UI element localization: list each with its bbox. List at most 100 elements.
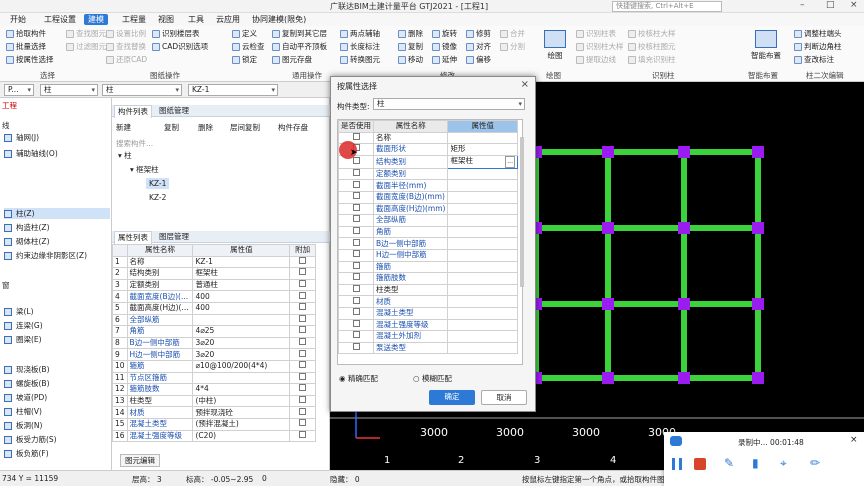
prop-row[interactable]: 10 箍筋 ⌀10@100/200(4*4) <box>112 359 316 373</box>
attr-row-value[interactable] <box>447 260 518 274</box>
menu-2[interactable]: 建模 <box>84 14 108 25</box>
attr-row-value[interactable] <box>447 272 518 285</box>
component-select[interactable]: KZ-1 <box>188 84 278 96</box>
attr-row-value[interactable] <box>447 341 518 355</box>
prop-row-extra[interactable] <box>289 278 316 292</box>
attr-row-checkbox[interactable] <box>352 285 360 293</box>
tree-type[interactable]: ▾ 框架柱 <box>130 164 159 175</box>
ribbon-cad2-0[interactable]: 识别楼层表 <box>152 28 200 39</box>
tree-root[interactable]: ▾ 柱 <box>118 150 132 161</box>
attr-row-value[interactable] <box>447 283 518 297</box>
ribbon-cad1-2[interactable]: 还原CAD <box>106 54 147 65</box>
nav-item-3[interactable]: 构造柱(Z) <box>4 222 50 233</box>
ribbon-modify4-1[interactable]: 分割 <box>500 41 525 52</box>
prop-row-checkbox[interactable] <box>299 384 307 392</box>
attr-row[interactable]: 泵送类型 <box>338 341 518 355</box>
nav-item-10[interactable]: 螺旋板(B) <box>4 378 50 389</box>
attr-row-value[interactable] <box>447 295 518 308</box>
attr-row-use[interactable] <box>338 248 374 262</box>
attr-row-value[interactable] <box>447 306 518 320</box>
ribbon-modify2-0[interactable]: 旋转 <box>432 28 457 39</box>
ribbon-cad1-1[interactable]: 查找替换 <box>106 41 146 52</box>
ribbon-common3-2[interactable]: 转换图元 <box>340 54 380 65</box>
ribbon-identify2-2[interactable]: 填充识别柱 <box>628 54 676 65</box>
attr-row-value[interactable] <box>447 318 518 332</box>
attr-row-use[interactable] <box>338 272 374 285</box>
ribbon-modify1-2[interactable]: 移动 <box>398 54 423 65</box>
attr-row-checkbox[interactable] <box>352 319 360 327</box>
menu-4[interactable]: 视图 <box>154 14 178 25</box>
tab-properties[interactable]: 属性列表 <box>114 231 152 244</box>
attr-row-use[interactable] <box>338 190 374 204</box>
attr-row-use[interactable] <box>338 179 374 192</box>
ribbon-modify3-0[interactable]: 修剪 <box>466 28 491 39</box>
prop-row-value[interactable]: 普通柱 <box>192 278 291 292</box>
nav-item-4[interactable]: 砌体柱(Z) <box>4 236 50 247</box>
floor-select[interactable]: P... <box>4 84 34 96</box>
prop-row-extra[interactable] <box>289 290 316 303</box>
smart-layout-button[interactable]: 智能布置 <box>746 30 786 61</box>
attr-row[interactable]: 混凝土类型 <box>338 306 518 320</box>
menu-1[interactable]: 工程设置 <box>40 14 80 25</box>
ribbon-common1-1[interactable]: 云检查 <box>232 41 265 52</box>
nav-item-0[interactable]: 轴网(J) <box>4 132 39 143</box>
ribbon-common2-0[interactable]: 复制到其它层 <box>272 28 327 39</box>
prop-row-checkbox[interactable] <box>299 291 307 299</box>
ribbon-select2-1[interactable]: 过滤图元 <box>66 41 106 52</box>
prop-row-extra[interactable] <box>289 325 316 338</box>
prop-row-extra[interactable] <box>289 255 316 269</box>
floor-copy-button[interactable]: 层间复制 <box>230 122 260 133</box>
prop-row-extra[interactable] <box>289 406 316 419</box>
attr-row[interactable]: 截面形状 矩形 <box>338 143 518 156</box>
prop-row-extra[interactable] <box>289 313 316 327</box>
attr-row-checkbox[interactable] <box>352 133 360 140</box>
nav-item-1[interactable]: 辅助轴线(O) <box>4 148 58 159</box>
prop-row-checkbox[interactable] <box>299 303 307 311</box>
attr-row-value[interactable] <box>447 131 518 145</box>
quick-search-input[interactable]: 快捷键搜索, Ctrl+Alt+E <box>612 1 722 12</box>
attr-row[interactable]: 名称 <box>338 131 518 145</box>
copy-button[interactable]: 复制 <box>164 122 179 133</box>
attr-row[interactable]: 混凝土强度等级 <box>338 318 518 332</box>
prop-row-extra[interactable] <box>289 301 316 315</box>
attr-row[interactable]: 截面宽度(B边)(mm) <box>338 190 518 204</box>
attr-row[interactable]: 结构类别 框架柱... <box>338 154 518 169</box>
save-component-button[interactable]: 构件存盘 <box>278 122 308 133</box>
tree-item-kz1[interactable]: KZ-1 <box>146 178 170 189</box>
radio-fuzzy[interactable]: ○ 模糊匹配 <box>413 373 452 384</box>
prop-row-value[interactable]: 框架柱 <box>192 267 291 280</box>
ribbon-select-1[interactable]: 批量选择 <box>6 41 46 52</box>
dialog-close-icon[interactable]: × <box>521 79 529 90</box>
nav-item-7[interactable]: 连梁(G) <box>4 320 43 331</box>
attr-row-value[interactable] <box>447 190 518 204</box>
attr-row-checkbox[interactable] <box>352 192 360 200</box>
attr-row-use[interactable] <box>338 318 374 332</box>
nav-item-11[interactable]: 坡道(PD) <box>4 392 47 403</box>
draw-tool-icon[interactable]: ✎ <box>724 456 734 470</box>
attr-row[interactable]: 截面半径(mm) <box>338 179 518 192</box>
prop-row-checkbox[interactable] <box>299 396 307 404</box>
prop-row-checkbox[interactable] <box>299 268 307 276</box>
prop-row-checkbox[interactable] <box>299 257 307 264</box>
attr-row[interactable]: 全部纵筋 <box>338 214 518 227</box>
prop-row-value[interactable]: KZ-1 <box>192 255 291 269</box>
attr-row-value[interactable] <box>447 248 518 262</box>
prop-row[interactable]: 13 柱类型 (中柱) <box>112 394 316 408</box>
attr-row[interactable]: 混凝土外加剂 <box>338 330 518 343</box>
menu-7[interactable]: 协同建模(限免) <box>248 14 310 25</box>
ribbon-col2-1[interactable]: 判断边角柱 <box>794 41 842 52</box>
prop-row[interactable]: 15 混凝土类型 (预拌混凝土) <box>112 417 316 431</box>
prop-row-value[interactable]: 4⌀25 <box>192 325 291 338</box>
ribbon-identify1-1[interactable]: 识别柱大样 <box>576 41 624 52</box>
radio-exact[interactable]: ◉ 精确匹配 <box>339 373 378 384</box>
ribbon-common3-0[interactable]: 两点辅轴 <box>340 28 380 39</box>
attr-row-checkbox[interactable] <box>352 238 360 246</box>
ribbon-modify2-1[interactable]: 镜像 <box>432 41 457 52</box>
prop-row-checkbox[interactable] <box>299 419 307 427</box>
prop-row-value[interactable] <box>192 371 291 385</box>
stop-icon[interactable] <box>694 458 706 470</box>
menu-3[interactable]: 工程量 <box>118 14 150 25</box>
attr-row-value[interactable] <box>447 214 518 227</box>
attr-row-value[interactable]: 矩形 <box>447 143 518 156</box>
delete-button[interactable]: 删除 <box>198 122 213 133</box>
